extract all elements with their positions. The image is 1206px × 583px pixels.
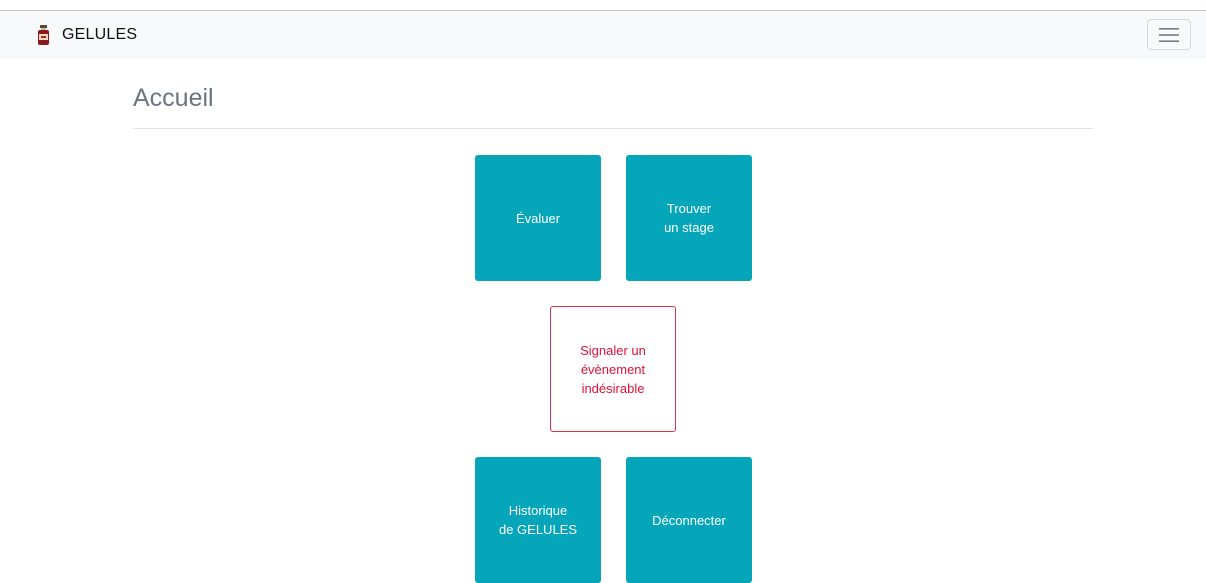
menu-toggle-button[interactable]: [1147, 19, 1191, 50]
history-label: Historique de GELULES: [498, 503, 578, 537]
hamburger-menu-icon: [1159, 28, 1179, 42]
find-internship-tile-button[interactable]: Trouver un stage: [626, 155, 752, 281]
evaluate-label: Évaluer: [515, 210, 561, 226]
navbar: GELULES: [0, 11, 1206, 59]
page-title: Accueil: [133, 84, 214, 112]
evaluate-tile-button[interactable]: Évaluer: [475, 155, 601, 281]
report-event-label: Signaler un évènement indésirable: [580, 342, 646, 396]
history-tile-button[interactable]: Historique de GELULES: [475, 457, 601, 583]
find-internship-label: Trouver un stage: [664, 201, 714, 235]
logout-label: Déconnecter: [652, 512, 726, 528]
brand-name: GELULES: [62, 26, 138, 43]
title-divider: [133, 128, 1093, 129]
logout-tile-button[interactable]: Déconnecter: [626, 457, 752, 583]
report-event-tile-button[interactable]: Signaler un évènement indésirable: [550, 306, 676, 432]
medicine-bottle-icon: [38, 25, 49, 45]
brand-link[interactable]: GELULES: [37, 24, 137, 46]
